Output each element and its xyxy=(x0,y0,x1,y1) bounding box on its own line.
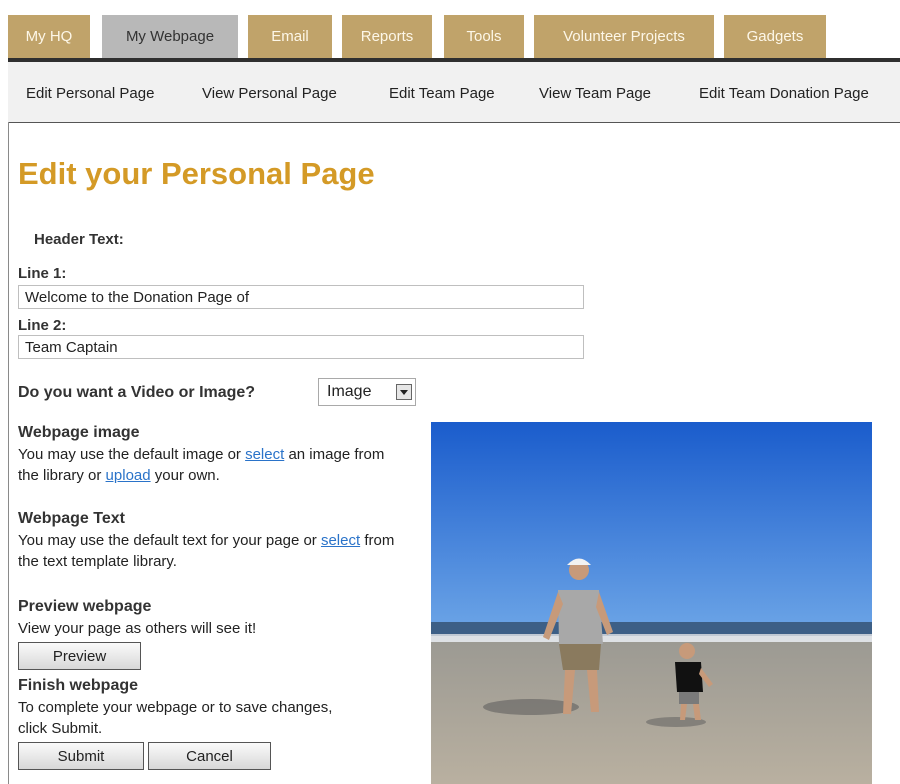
subnav-view-team-page[interactable]: View Team Page xyxy=(539,62,651,122)
tab-gadgets[interactable]: Gadgets xyxy=(724,15,826,59)
tab-my-webpage[interactable]: My Webpage xyxy=(102,15,238,59)
upload-image-link[interactable]: upload xyxy=(106,467,151,484)
webpage-image-text: You may use the default image or select … xyxy=(18,444,398,486)
line2-input[interactable] xyxy=(18,335,584,359)
webpage-text-text: You may use the default text for your pa… xyxy=(18,530,410,572)
chevron-down-icon[interactable] xyxy=(396,384,412,400)
page-title: Edit your Personal Page xyxy=(18,156,375,191)
tab-tools[interactable]: Tools xyxy=(444,15,524,59)
line1-input[interactable] xyxy=(18,285,584,309)
webpage-text-heading: Webpage Text xyxy=(18,510,125,527)
webpage-image-heading: Webpage image xyxy=(18,424,140,441)
select-text-template-link[interactable]: select xyxy=(321,532,360,549)
line2-label: Line 2: xyxy=(18,317,67,334)
subnav-edit-team-page[interactable]: Edit Team Page xyxy=(389,62,495,122)
line1-label: Line 1: xyxy=(18,265,67,282)
webpage-text-part: You may use the default text for your pa… xyxy=(18,532,321,549)
media-type-selected: Image xyxy=(327,383,372,400)
webpage-image-text-part: You may use the default image or xyxy=(18,446,246,463)
tab-email[interactable]: Email xyxy=(248,15,332,59)
webpage-image-text-part: your own. xyxy=(150,467,220,484)
subnav-view-personal-page[interactable]: View Personal Page xyxy=(202,62,337,122)
webpage-image-preview xyxy=(431,422,872,784)
select-image-link[interactable]: select xyxy=(245,446,284,463)
preview-button[interactable]: Preview xyxy=(18,642,141,670)
subnav-edit-personal-page[interactable]: Edit Personal Page xyxy=(26,62,154,122)
header-text-label: Header Text: xyxy=(34,231,124,248)
beach-photo xyxy=(431,422,872,784)
content-left-border xyxy=(8,122,9,784)
finish-text: To complete your webpage or to save chan… xyxy=(18,699,333,737)
sub-navigation: Edit Personal Page View Personal Page Ed… xyxy=(8,62,900,123)
preview-text: View your page as others will see it! xyxy=(18,620,257,637)
tab-reports[interactable]: Reports xyxy=(342,15,432,59)
subnav-edit-team-donation-page[interactable]: Edit Team Donation Page xyxy=(699,62,869,122)
submit-button[interactable]: Submit xyxy=(18,742,144,770)
main-tab-bar: My HQ My Webpage Email Reports Tools Vol… xyxy=(8,15,900,59)
media-type-label: Do you want a Video or Image? xyxy=(18,384,256,401)
tab-my-hq[interactable]: My HQ xyxy=(8,15,90,59)
media-type-select[interactable]: Image xyxy=(318,378,416,406)
finish-heading: Finish webpage xyxy=(18,677,139,694)
tab-volunteer-projects[interactable]: Volunteer Projects xyxy=(534,15,714,59)
cancel-button[interactable]: Cancel xyxy=(148,742,271,770)
preview-heading: Preview webpage xyxy=(18,598,152,615)
